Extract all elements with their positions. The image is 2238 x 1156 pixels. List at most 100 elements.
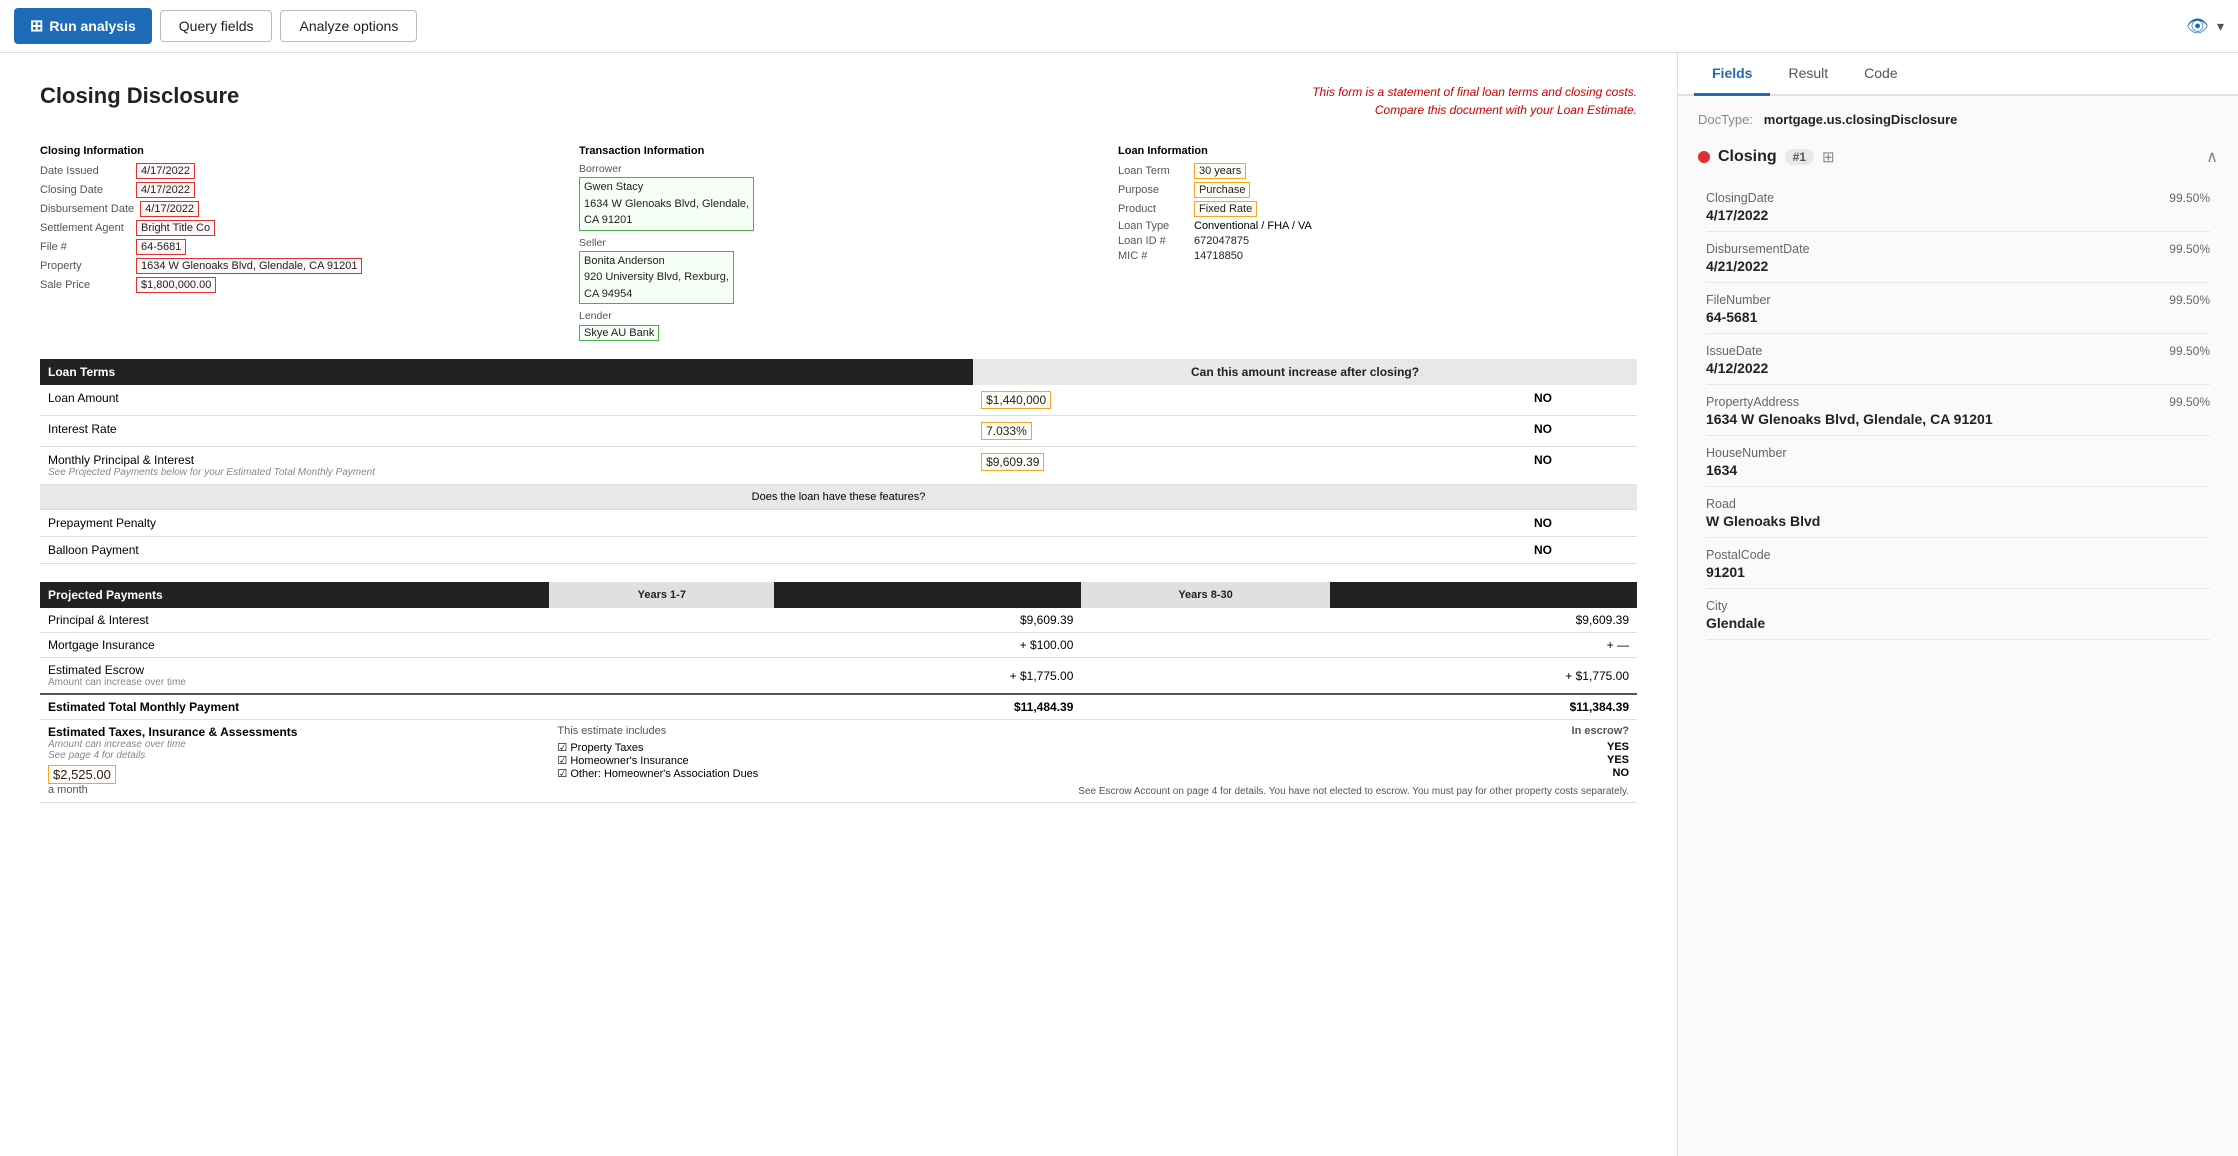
- closing-info-row: Closing Date4/17/2022: [40, 182, 559, 198]
- loan-term-row: Monthly Principal & Interest See Project…: [40, 447, 1637, 485]
- field-name: ClosingDate: [1706, 191, 1774, 205]
- closing-info-row: Property1634 W Glenoaks Blvd, Glendale, …: [40, 258, 559, 274]
- document-panel: Closing Disclosure This form is a statem…: [0, 53, 1678, 1156]
- loan-info-row: Loan Term30 years: [1118, 163, 1637, 179]
- right-content: DocType: mortgage.us.closingDisclosure C…: [1678, 96, 2238, 1156]
- run-icon: ⊞: [30, 16, 43, 36]
- loan-info-row: ProductFixed Rate: [1118, 201, 1637, 217]
- loan-term-row: Loan Amount $1,440,000 NO: [40, 385, 1637, 416]
- field-confidence: 99.50%: [2169, 344, 2210, 358]
- section-collapse-icon[interactable]: ∧: [2206, 147, 2218, 167]
- doctype-row: DocType: mortgage.us.closingDisclosure: [1698, 112, 2218, 127]
- main-layout: Closing Disclosure This form is a statem…: [0, 53, 2238, 1156]
- loan-info-row: MIC #14718850: [1118, 250, 1637, 262]
- doctype-label: DocType:: [1698, 112, 1753, 127]
- transaction-info-col: Transaction Information Borrower Gwen St…: [579, 145, 1098, 341]
- field-name: Road: [1706, 497, 1736, 511]
- closing-info-row: Sale Price$1,800,000.00: [40, 277, 559, 293]
- closing-section-title: Closing: [1718, 148, 1777, 166]
- field-confidence: 99.50%: [2169, 242, 2210, 256]
- run-analysis-button[interactable]: ⊞ Run analysis: [14, 8, 152, 44]
- loan-info-row: Loan TypeConventional / FHA / VA: [1118, 220, 1637, 232]
- loan-term-row: Interest Rate 7.033% NO: [40, 416, 1637, 447]
- transaction-info-header: Transaction Information: [579, 145, 1098, 157]
- closing-info-col: Closing Information Date Issued4/17/2022…: [40, 145, 559, 341]
- borrower-value: Gwen Stacy1634 W Glenoaks Blvd, Glendale…: [579, 177, 754, 231]
- proj-assessments-row: Estimated Taxes, Insurance & Assessments…: [40, 720, 1637, 803]
- col2-header: Years 8-30: [1081, 582, 1329, 608]
- doc-title: Closing Disclosure: [40, 83, 239, 109]
- doctype-value: mortgage.us.closingDisclosure: [1764, 112, 1958, 127]
- closing-red-dot: [1698, 151, 1710, 163]
- field-group: PropertyAddress 99.50% 1634 W Glenoaks B…: [1698, 389, 2218, 436]
- field-value: 91201: [1698, 564, 2218, 588]
- field-value: 64-5681: [1698, 309, 2218, 333]
- tab-code[interactable]: Code: [1846, 53, 1915, 96]
- col1-header: Years 1-7: [549, 582, 774, 608]
- field-value: 4/17/2022: [1698, 207, 2218, 231]
- field-confidence: 99.50%: [2169, 395, 2210, 409]
- field-group: DisbursementDate 99.50% 4/21/2022: [1698, 236, 2218, 283]
- field-name: City: [1706, 599, 1728, 613]
- fields-list: ClosingDate 99.50% 4/17/2022 Disbursemen…: [1698, 185, 2218, 640]
- closing-info-row: File #64-5681: [40, 239, 559, 255]
- closing-info-row: Date Issued4/17/2022: [40, 163, 559, 179]
- proj-payment-row: Mortgage Insurance + $100.00 + —: [40, 633, 1637, 658]
- query-fields-button[interactable]: Query fields: [160, 10, 273, 42]
- proj-payment-row: Principal & Interest $9,609.39 $9,609.39: [40, 608, 1637, 633]
- field-group: HouseNumber 1634: [1698, 440, 2218, 487]
- right-panel: Fields Result Code DocType: mortgage.us.…: [1678, 53, 2238, 1156]
- field-group: City Glendale: [1698, 593, 2218, 640]
- field-confidence: 99.50%: [2169, 191, 2210, 205]
- field-confidence: 99.50%: [2169, 293, 2210, 307]
- proj-total-row: Estimated Total Monthly Payment $11,484.…: [40, 694, 1637, 720]
- loan-info-header: Loan Information: [1118, 145, 1637, 157]
- features-header: Does the loan have these features?: [40, 485, 1637, 510]
- field-value: 4/12/2022: [1698, 360, 2218, 384]
- field-name: PropertyAddress: [1706, 395, 1799, 409]
- closing-badge: #1: [1785, 149, 1814, 165]
- right-tabs: Fields Result Code: [1678, 53, 2238, 96]
- loan-feature-row: Prepayment PenaltyNO: [40, 510, 1637, 537]
- grid-icon[interactable]: ⊞: [1822, 148, 1835, 166]
- closing-info-header: Closing Information: [40, 145, 559, 157]
- field-value: 1634 W Glenoaks Blvd, Glendale, CA 91201: [1698, 411, 2218, 435]
- lender-value: Skye AU Bank: [579, 325, 659, 341]
- eye-icon[interactable]: 👁: [2186, 16, 2209, 37]
- loan-terms-table: Loan Terms Can this amount increase afte…: [40, 359, 1637, 564]
- loan-info-row: PurposePurchase: [1118, 182, 1637, 198]
- field-value: 1634: [1698, 462, 2218, 486]
- field-name: PostalCode: [1706, 548, 1771, 562]
- tab-result[interactable]: Result: [1770, 53, 1846, 96]
- doc-subtitle: This form is a statement of final loan t…: [1297, 83, 1637, 119]
- tab-fields[interactable]: Fields: [1694, 53, 1770, 96]
- field-group: FileNumber 99.50% 64-5681: [1698, 287, 2218, 334]
- field-name: IssueDate: [1706, 344, 1762, 358]
- loan-feature-row: Balloon PaymentNO: [40, 537, 1637, 564]
- field-value: Glendale: [1698, 615, 2218, 639]
- loan-info-row: Loan ID #672047875: [1118, 235, 1637, 247]
- info-sections: Closing Information Date Issued4/17/2022…: [40, 145, 1637, 341]
- field-name: FileNumber: [1706, 293, 1771, 307]
- closing-info-row: Settlement AgentBright Title Co: [40, 220, 559, 236]
- field-name: HouseNumber: [1706, 446, 1787, 460]
- seller-value: Bonita Anderson920 University Blvd, Rexb…: [579, 251, 734, 305]
- projected-payments-header: Projected Payments: [40, 582, 549, 608]
- field-value: 4/21/2022: [1698, 258, 2218, 282]
- projected-payments-table: Projected Payments Years 1-7 Years 8-30 …: [40, 582, 1637, 803]
- chevron-down-icon[interactable]: ▾: [2217, 18, 2224, 35]
- closing-info-row: Disbursement Date4/17/2022: [40, 201, 559, 217]
- field-group: Road W Glenoaks Blvd: [1698, 491, 2218, 538]
- proj-payment-row: Estimated EscrowAmount can increase over…: [40, 658, 1637, 695]
- field-group: PostalCode 91201: [1698, 542, 2218, 589]
- field-group: IssueDate 99.50% 4/12/2022: [1698, 338, 2218, 385]
- closing-section-header: Closing #1 ⊞ ∧: [1698, 141, 2218, 173]
- field-group: ClosingDate 99.50% 4/17/2022: [1698, 185, 2218, 232]
- loan-terms-header: Loan Terms: [40, 359, 973, 385]
- toolbar-right: 👁 ▾: [2186, 16, 2224, 37]
- can-increase-header: Can this amount increase after closing?: [973, 359, 1637, 385]
- field-name: DisbursementDate: [1706, 242, 1810, 256]
- toolbar: ⊞ Run analysis Query fields Analyze opti…: [0, 0, 2238, 53]
- analyze-options-button[interactable]: Analyze options: [280, 10, 417, 42]
- field-value: W Glenoaks Blvd: [1698, 513, 2218, 537]
